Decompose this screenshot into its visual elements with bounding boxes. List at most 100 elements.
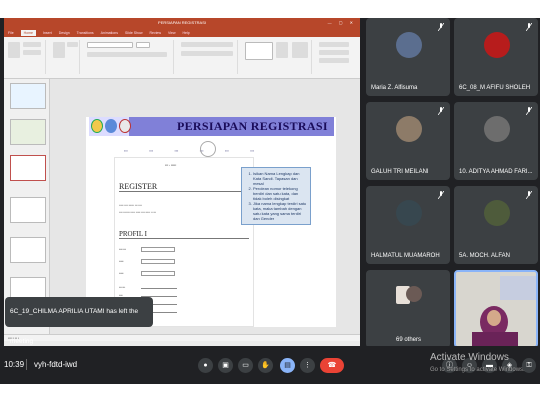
slide-canvas[interactable]: PERSIAPAN REGISTRASI ▪▪▪ ▪▪▪ ▪▪▪ ▪▪▪ ▪▪▪… bbox=[86, 117, 336, 327]
activate-windows-subtitle: Go to Settings to activate Windows. bbox=[430, 367, 525, 373]
select-icon[interactable] bbox=[319, 58, 349, 63]
new-slide-icon[interactable] bbox=[53, 42, 65, 58]
nav-highlight-circle bbox=[200, 141, 216, 157]
nav-dot-1: ▪▪▪ bbox=[124, 149, 128, 153]
participant-tile-6[interactable]: 5A. MOCH. ALFAN bbox=[454, 186, 538, 264]
logo-3-icon bbox=[119, 119, 131, 133]
arrange-icon[interactable] bbox=[276, 42, 288, 58]
slide-title: PERSIAPAN REGISTRASI bbox=[177, 119, 328, 133]
nav-dot-3: ▪▪▪ bbox=[174, 149, 179, 153]
mic-icon[interactable]: ● bbox=[198, 358, 213, 373]
participant-name-2: 6C_08_M AFIFU SHOLEH bbox=[459, 85, 531, 91]
tab-help[interactable]: Help bbox=[183, 31, 190, 35]
more-icon[interactable]: ⋮ bbox=[300, 358, 315, 373]
tab-design[interactable]: Design bbox=[59, 31, 70, 35]
instruction-note: Isikan Nama Lengkap dan Kata Sandi. Tapa… bbox=[241, 167, 311, 225]
mic-off-icon bbox=[526, 23, 532, 31]
self-video-tile[interactable] bbox=[454, 270, 538, 348]
form-line-4[interactable] bbox=[141, 288, 177, 289]
participant-name-4: 10. ADITYA AHMAD FARI... bbox=[459, 169, 533, 175]
participant-avatar-2 bbox=[484, 32, 510, 58]
ppt-ribbon bbox=[4, 37, 360, 79]
mic-off-icon bbox=[526, 107, 532, 115]
web-nav: ▪▪▪ ▪▪▪ ▪▪▪ ▪▪▪ ▪▪▪ ▪▪▪ bbox=[124, 141, 254, 157]
participant-tile-3[interactable]: GALUH TRI MEILANI bbox=[366, 102, 450, 180]
others-avatars-icon bbox=[396, 286, 422, 304]
participant-tile-2[interactable]: 6C_08_M AFIFU SHOLEH bbox=[454, 18, 538, 96]
mic-off-icon bbox=[438, 107, 444, 115]
field-label-4: ▪▪▪ ▪▪▪ bbox=[119, 286, 126, 289]
tab-home[interactable]: Home bbox=[20, 29, 36, 36]
captions-icon[interactable]: ▭ bbox=[238, 358, 253, 373]
participant-name-3: GALUH TRI MEILANI bbox=[371, 169, 429, 175]
activate-windows-title: Activate Windows bbox=[430, 352, 509, 363]
ppt-window-title: PERSIAPAN REGISTRASI bbox=[158, 20, 206, 25]
slide-thumb-2[interactable] bbox=[10, 119, 46, 145]
participant-tile-others[interactable]: 69 others bbox=[366, 270, 450, 348]
register-heading: REGISTER bbox=[119, 182, 249, 192]
nav-dot-6: ▪▪▪ bbox=[250, 149, 254, 153]
tab-view[interactable]: View bbox=[168, 31, 176, 35]
form-input-3[interactable] bbox=[141, 271, 175, 276]
slide-header: PERSIAPAN REGISTRASI bbox=[89, 117, 334, 136]
editing-group bbox=[316, 40, 356, 74]
font-size-select[interactable] bbox=[136, 42, 150, 48]
list-buttons[interactable] bbox=[181, 42, 233, 47]
participant-avatar-6 bbox=[484, 200, 510, 226]
field-label-2: ▪▪▪▪▪ bbox=[119, 260, 124, 263]
profil-heading: PROFIL I bbox=[119, 230, 249, 239]
participant-tile-1[interactable]: Maria Z. Alfisuma bbox=[366, 18, 450, 96]
font-group bbox=[84, 40, 174, 74]
meeting-time: 10:39 bbox=[4, 360, 25, 369]
participant-name-6: 5A. MOCH. ALFAN bbox=[459, 253, 511, 259]
end-call-icon[interactable]: ☎ bbox=[320, 358, 344, 373]
hand-icon[interactable]: ✋ bbox=[258, 358, 273, 373]
find-icon[interactable] bbox=[319, 42, 349, 47]
tab-review[interactable]: Review bbox=[150, 31, 161, 35]
tab-transitions[interactable]: Transitions bbox=[77, 31, 94, 35]
logo-2-icon bbox=[105, 119, 117, 133]
clipboard-group bbox=[6, 40, 46, 74]
mic-off-icon bbox=[526, 191, 532, 199]
mic-off-icon bbox=[438, 23, 444, 31]
tab-animations[interactable]: Animations bbox=[101, 31, 118, 35]
left-meeting-toast: 6C_19_CHILMA APRILIA UTAMI has left the … bbox=[5, 297, 153, 345]
participant-tile-4[interactable]: 10. ADITYA AHMAD FARI... bbox=[454, 102, 538, 180]
form-select-1[interactable] bbox=[141, 247, 175, 252]
ppt-status-bar: ▪▪▪▪ ▪ ▪▪ ▪ bbox=[4, 334, 360, 341]
quick-styles-icon[interactable] bbox=[292, 42, 308, 58]
tab-file[interactable]: File bbox=[8, 31, 14, 35]
instruction-item-3: Jika nama lengkap terdiri satu kata, mak… bbox=[253, 201, 307, 221]
nav-dot-5: ▪▪▪ bbox=[225, 149, 229, 153]
others-count: 69 others bbox=[396, 337, 422, 343]
slide-thumb-1[interactable] bbox=[10, 83, 46, 109]
replace-icon[interactable] bbox=[319, 50, 349, 55]
time-separator bbox=[26, 359, 27, 370]
slide-thumb-4[interactable] bbox=[10, 197, 46, 223]
cut-icon[interactable] bbox=[23, 42, 41, 47]
present-icon[interactable]: ▤ bbox=[280, 358, 295, 373]
breadcrumb: ▪▪▪ › ▪▪▪▪▪ bbox=[165, 163, 177, 167]
align-buttons[interactable] bbox=[181, 51, 233, 56]
participant-avatar-3 bbox=[396, 116, 422, 142]
copy-icon[interactable] bbox=[23, 50, 41, 55]
tab-slideshow[interactable]: Slide Show bbox=[125, 31, 143, 35]
tab-insert[interactable]: Insert bbox=[43, 31, 52, 35]
logo-1-icon bbox=[91, 119, 103, 133]
layout-icon[interactable] bbox=[67, 42, 78, 47]
font-format-buttons[interactable] bbox=[87, 52, 167, 57]
slide-thumb-5[interactable] bbox=[10, 237, 46, 263]
self-video-feed bbox=[456, 272, 536, 346]
nav-dot-2: ▪▪▪ bbox=[149, 149, 153, 153]
ppt-ribbon-tabs: File Home Insert Design Transitions Anim… bbox=[4, 28, 360, 37]
ppt-title-bar: PERSIAPAN REGISTRASI — ▢ ✕ bbox=[4, 18, 360, 28]
slide-thumb-3[interactable] bbox=[10, 155, 46, 181]
form-input-2[interactable] bbox=[141, 259, 175, 264]
font-family-select[interactable] bbox=[87, 42, 133, 48]
paste-icon[interactable] bbox=[8, 42, 20, 58]
shapes-gallery[interactable] bbox=[245, 42, 273, 60]
mic-off-icon bbox=[438, 191, 444, 199]
camera-icon[interactable]: ▣ bbox=[218, 358, 233, 373]
instruction-list: Isikan Nama Lengkap dan Kata Sandi. Tapa… bbox=[245, 171, 307, 221]
participant-tile-5[interactable]: HALMATUL MUAMAROH bbox=[366, 186, 450, 264]
